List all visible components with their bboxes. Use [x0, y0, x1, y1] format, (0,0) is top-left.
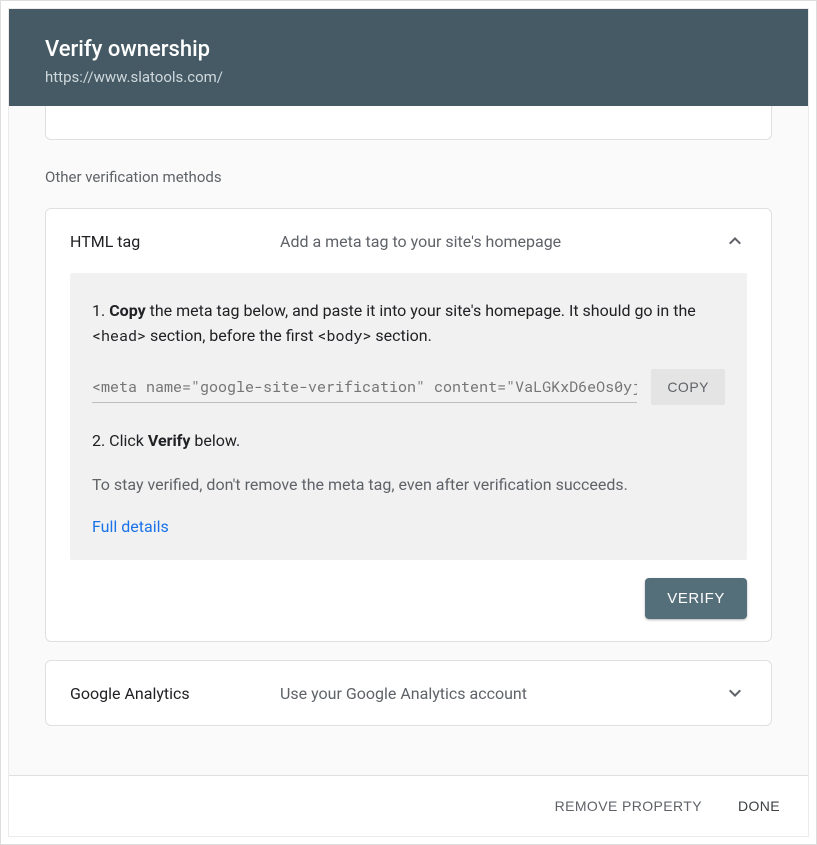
meta-tag-row: <meta name="google-site-verification" co…	[92, 369, 725, 405]
full-details-link[interactable]: Full details	[92, 517, 169, 536]
dialog-body[interactable]: Other verification methods HTML tag Add …	[9, 106, 808, 775]
instruction-step-2: 2. Click Verify below.	[92, 429, 725, 454]
done-button[interactable]: DONE	[734, 792, 784, 820]
method-body-html-tag: 1. Copy the meta tag below, and paste it…	[70, 273, 747, 560]
previous-card-bottom	[45, 106, 772, 140]
method-name: Google Analytics	[70, 684, 280, 703]
chevron-down-icon	[723, 681, 747, 705]
method-card-html-tag: HTML tag Add a meta tag to your site's h…	[45, 208, 772, 642]
chevron-up-icon	[723, 229, 747, 253]
method-desc: Add a meta tag to your site's homepage	[280, 232, 723, 251]
verify-ownership-dialog: Verify ownership https://www.slatools.co…	[9, 9, 808, 836]
verification-note: To stay verified, don't remove the meta …	[92, 473, 725, 497]
meta-tag-field[interactable]: <meta name="google-site-verification" co…	[92, 371, 637, 403]
dialog-footer: REMOVE PROPERTY DONE	[9, 775, 808, 836]
copy-button[interactable]: COPY	[651, 369, 725, 405]
section-label-other-methods: Other verification methods	[45, 168, 772, 186]
method-header-html-tag[interactable]: HTML tag Add a meta tag to your site's h…	[46, 209, 771, 273]
method-desc: Use your Google Analytics account	[280, 684, 723, 703]
dialog-header: Verify ownership https://www.slatools.co…	[9, 9, 808, 106]
method-header-google-analytics[interactable]: Google Analytics Use your Google Analyti…	[46, 661, 771, 725]
verify-button[interactable]: VERIFY	[645, 578, 747, 619]
method-name: HTML tag	[70, 232, 280, 251]
method-card-google-analytics: Google Analytics Use your Google Analyti…	[45, 660, 772, 726]
method-actions: VERIFY	[46, 578, 771, 641]
remove-property-button[interactable]: REMOVE PROPERTY	[551, 792, 706, 820]
dialog-title: Verify ownership	[45, 37, 772, 62]
instruction-step-1: 1. Copy the meta tag below, and paste it…	[92, 299, 725, 349]
property-url: https://www.slatools.com/	[45, 68, 772, 86]
